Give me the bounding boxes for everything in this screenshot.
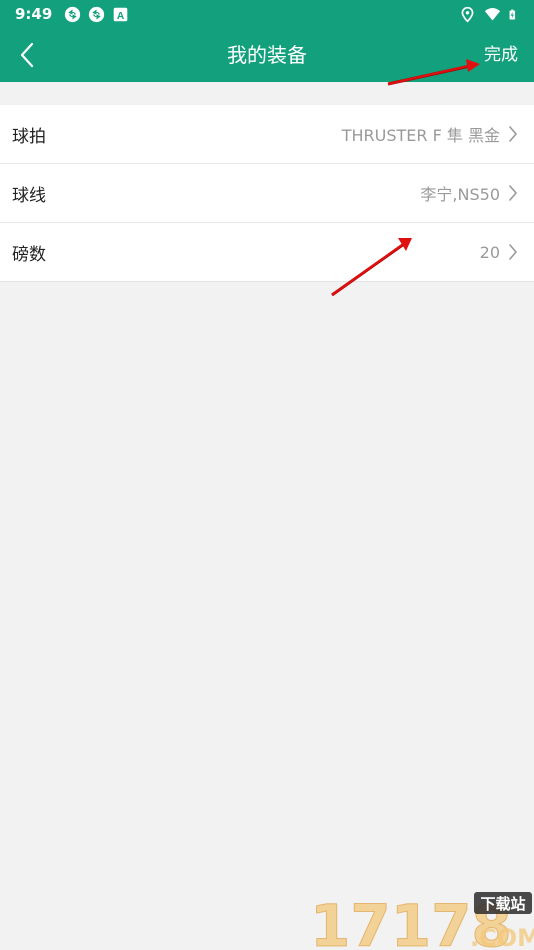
row-value: 20 [479,242,500,262]
watermark-logo: 17178 下载站 .COM [310,892,534,950]
sync-icon [89,6,105,22]
watermark-domain: .COM [470,924,534,950]
row-label: 磅数 [12,244,46,265]
list-item-string[interactable]: 球线 李宁,NS50 [0,164,534,223]
row-label: 球线 [12,185,46,206]
back-button[interactable] [6,34,48,76]
list-item-racket[interactable]: 球拍 THRUSTER F 隼 黑金 [0,105,534,164]
chevron-right-icon [509,244,518,260]
status-icons-left: A [64,6,129,23]
status-icons-right [459,6,520,23]
row-label: 球拍 [12,126,46,147]
chevron-right-icon [509,126,518,142]
app-bar: 我的装备 完成 [0,28,534,82]
list-item-tension[interactable]: 磅数 20 [0,223,534,282]
chevron-right-icon [509,185,518,201]
text-a-icon: A [114,7,128,21]
equipment-list: 球拍 THRUSTER F 隼 黑金 球线 李宁,NS50 磅数 20 [0,105,534,282]
status-time: 9:49 [15,5,53,23]
status-bar: 9:49 A [0,0,534,28]
screen: 9:49 A 我的装备 完成 球拍 THRUSTER F 隼 黑金 球线 李宁,… [0,0,534,950]
watermark-tag: 下载站 [480,895,525,913]
done-button[interactable]: 完成 [484,28,518,82]
text-a-glyph: A [117,10,125,21]
sync-icon [65,6,81,22]
wifi-icon [484,7,501,20]
location-icon [461,6,474,23]
row-value: THRUSTER F 隼 黑金 [341,126,500,145]
row-value: 李宁,NS50 [420,185,500,204]
chevron-left-icon [20,42,34,68]
battery-charging-icon [509,9,516,19]
page-title: 我的装备 [227,43,307,67]
